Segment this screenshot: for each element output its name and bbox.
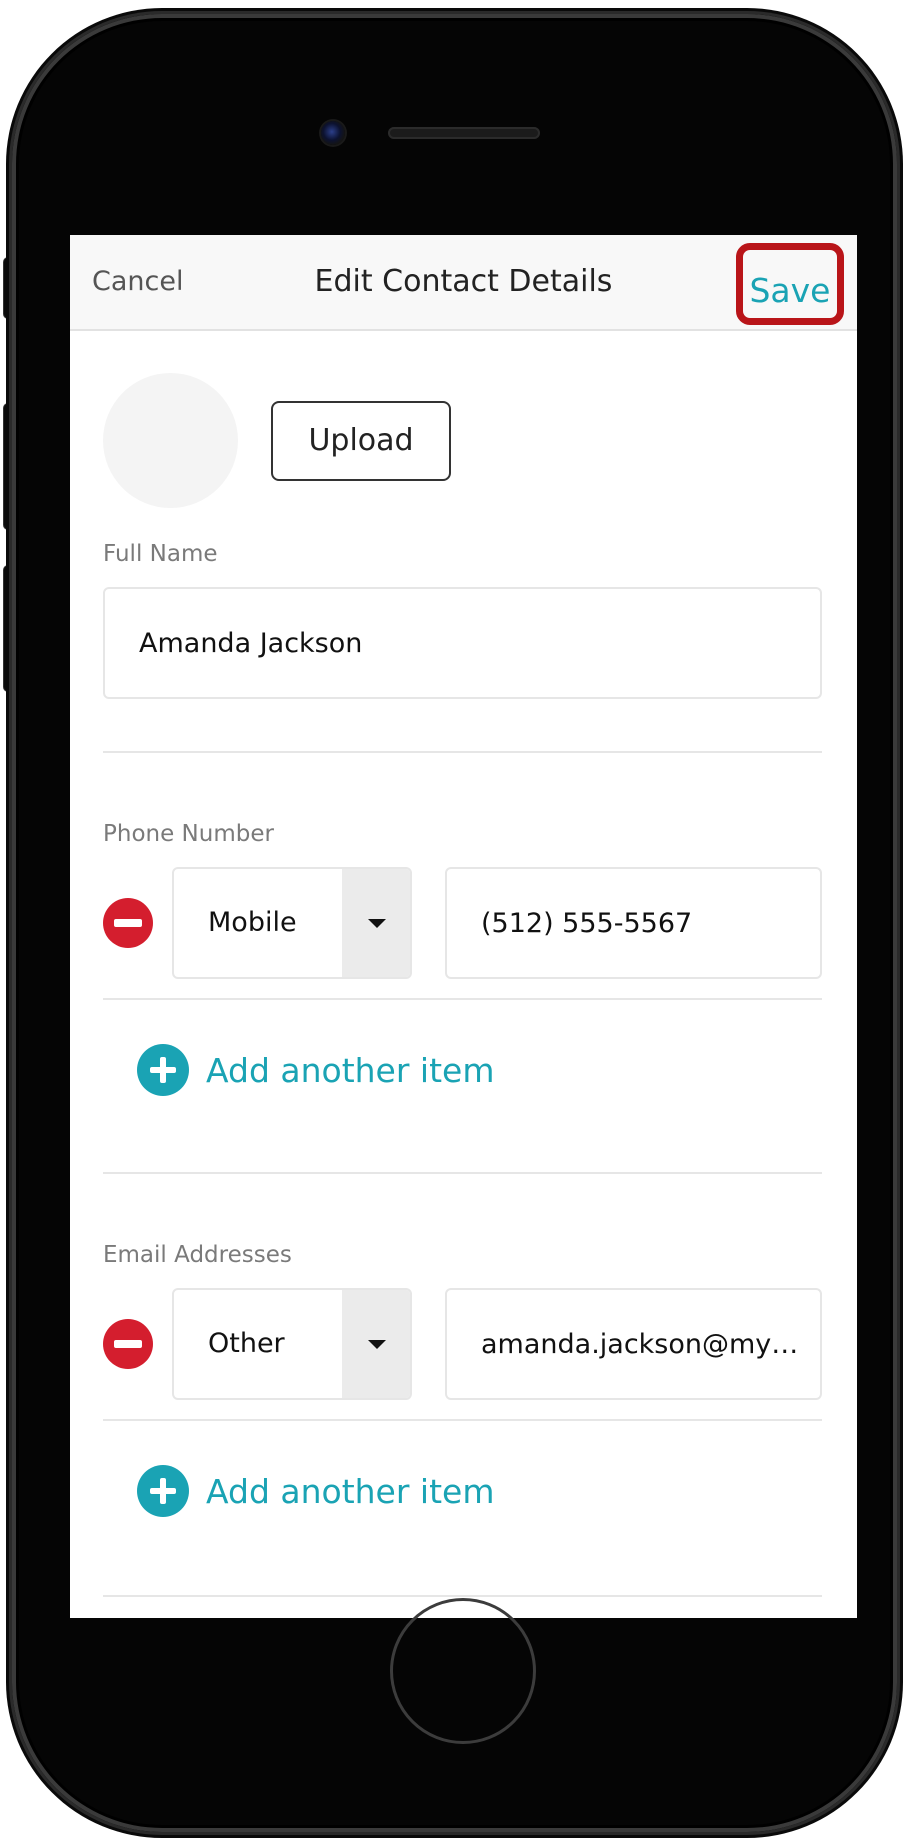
divider [103,998,822,1000]
remove-phone-button[interactable] [103,898,153,948]
phone-type-select[interactable]: Mobile [172,867,412,979]
add-phone-item-button[interactable]: Add another item [137,1044,494,1096]
divider [103,1172,822,1174]
chevron-down-icon [342,869,410,977]
divider [103,1419,822,1421]
email-type-value: Other [208,1328,285,1359]
add-email-item-button[interactable]: Add another item [137,1465,494,1517]
add-phone-item-label: Add another item [206,1050,495,1090]
plus-circle-icon [137,1044,189,1096]
stage: Edit Contact Details Cancel Save Upload … [0,0,907,1842]
upload-button[interactable]: Upload [271,401,451,481]
phone-number-field[interactable]: (512) 555-5567 [445,867,822,979]
remove-email-button[interactable] [103,1319,153,1369]
chevron-down-icon [342,1290,410,1398]
add-email-item-label: Add another item [206,1471,495,1511]
divider [103,751,822,753]
avatar[interactable] [103,373,238,508]
phone-number-label: Phone Number [103,821,274,847]
save-button[interactable]: Save [736,243,844,325]
front-camera-icon [321,121,345,145]
earpiece-speaker [388,127,540,139]
plus-circle-icon [137,1465,189,1517]
divider [103,1595,822,1597]
email-address-field[interactable]: amanda.jackson@my… [445,1288,822,1400]
email-addresses-label: Email Addresses [103,1242,292,1268]
full-name-label: Full Name [103,541,218,567]
email-type-select[interactable]: Other [172,1288,412,1400]
app-screen: Edit Contact Details Cancel Save Upload … [70,235,857,1618]
full-name-field[interactable]: Amanda Jackson [103,587,822,699]
phone-frame: Edit Contact Details Cancel Save Upload … [12,14,897,1832]
nav-bar: Edit Contact Details Cancel Save [70,235,857,331]
home-button[interactable] [390,1598,536,1744]
phone-type-value: Mobile [208,907,297,938]
cancel-button[interactable]: Cancel [92,235,183,329]
